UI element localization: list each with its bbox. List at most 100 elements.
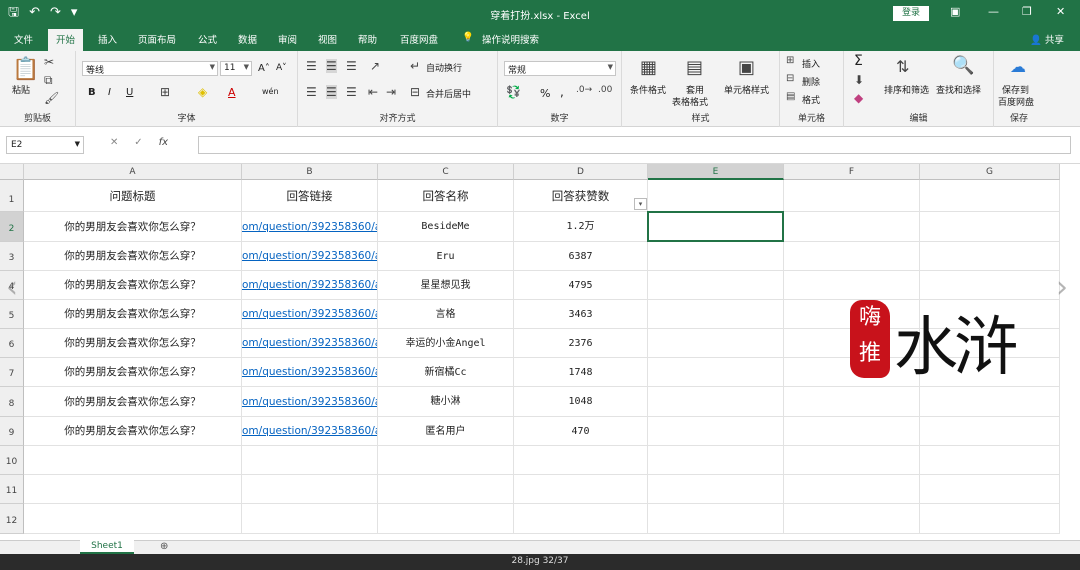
- tab-page-layout[interactable]: 页面布局: [138, 32, 176, 46]
- empty-cell[interactable]: [514, 475, 648, 504]
- increase-decimal-icon[interactable]: .0→: [576, 85, 592, 95]
- tab-insert[interactable]: 插入: [98, 32, 117, 46]
- empty-cell[interactable]: [24, 446, 242, 475]
- empty-cell[interactable]: [648, 271, 784, 300]
- font-color-button[interactable]: A: [228, 86, 236, 99]
- align-left-icon[interactable]: ☰: [306, 85, 317, 99]
- cell-a8[interactable]: 你的男朋友会喜欢你怎么穿？: [24, 387, 242, 417]
- empty-cell[interactable]: [514, 504, 648, 534]
- empty-cell[interactable]: [648, 387, 784, 417]
- share-button[interactable]: 👤 共享: [1030, 32, 1064, 46]
- cell-d3[interactable]: 6387: [514, 242, 648, 271]
- tab-review[interactable]: 审阅: [278, 32, 297, 46]
- cell-d9[interactable]: 470: [514, 417, 648, 446]
- cell-c4[interactable]: 星星想见我: [378, 271, 514, 300]
- row-header-1[interactable]: 1: [0, 180, 24, 212]
- cell-c2[interactable]: BesideMe: [378, 212, 514, 242]
- empty-cell[interactable]: [648, 446, 784, 475]
- decrease-decimal-icon[interactable]: .00: [598, 85, 612, 95]
- cell-a9[interactable]: 你的男朋友会喜欢你怎么穿？: [24, 417, 242, 446]
- cell-c5[interactable]: 言格: [378, 300, 514, 329]
- fill-color-icon[interactable]: ◈: [198, 85, 207, 99]
- cell-c9[interactable]: 匿名用户: [378, 417, 514, 446]
- save-baidu-label-2[interactable]: 百度网盘: [998, 95, 1034, 108]
- tell-me-search[interactable]: 操作说明搜索: [482, 32, 539, 46]
- empty-cell[interactable]: [242, 504, 378, 534]
- italic-button[interactable]: I: [108, 87, 111, 98]
- cell-a7[interactable]: 你的男朋友会喜欢你怎么穿？: [24, 358, 242, 387]
- enter-icon[interactable]: ✓: [134, 137, 142, 148]
- number-format-dropdown[interactable]: 常规 ▼: [504, 61, 616, 76]
- empty-cell[interactable]: [514, 446, 648, 475]
- cell-b2[interactable]: om/question/392358360/a: [242, 212, 378, 242]
- fill-icon[interactable]: ⬇: [854, 73, 864, 87]
- minimize-icon[interactable]: —: [988, 5, 999, 18]
- empty-cell[interactable]: [378, 446, 514, 475]
- empty-cell[interactable]: [648, 504, 784, 534]
- empty-cell[interactable]: [920, 242, 1060, 271]
- empty-cell[interactable]: [378, 504, 514, 534]
- cell-d5[interactable]: 3463: [514, 300, 648, 329]
- format-cells-button[interactable]: 格式: [802, 93, 820, 106]
- font-size-dropdown[interactable]: 11 ▼: [220, 61, 252, 76]
- prev-image-icon[interactable]: ‹: [6, 270, 18, 305]
- orientation-icon[interactable]: ↗: [370, 59, 380, 73]
- format-table-label-2[interactable]: 表格格式: [672, 95, 708, 108]
- column-header-c[interactable]: C: [378, 164, 514, 180]
- empty-cell[interactable]: [648, 358, 784, 387]
- empty-cell[interactable]: [920, 417, 1060, 446]
- empty-cell[interactable]: [920, 212, 1060, 242]
- header-cell-a[interactable]: 问题标题: [24, 180, 242, 212]
- format-painter-icon[interactable]: 🖌: [44, 91, 59, 105]
- cell-b5[interactable]: om/question/392358360/a: [242, 300, 378, 329]
- border-icon[interactable]: ⊞: [160, 85, 170, 99]
- clear-icon[interactable]: ◆: [854, 91, 863, 105]
- empty-cell[interactable]: [24, 504, 242, 534]
- next-image-icon[interactable]: ›: [1056, 270, 1068, 305]
- cell-styles-button[interactable]: 单元格样式: [724, 83, 769, 96]
- row-header-2[interactable]: 2: [0, 212, 24, 242]
- row-header-7[interactable]: 7: [0, 358, 24, 387]
- empty-cell[interactable]: [784, 242, 920, 271]
- tab-file[interactable]: 文件: [14, 32, 33, 46]
- paste-icon[interactable]: 📋: [12, 57, 39, 82]
- row-header-12[interactable]: 12: [0, 504, 24, 534]
- empty-cell[interactable]: [648, 180, 784, 212]
- currency-icon[interactable]: 💱: [506, 85, 521, 99]
- cancel-icon[interactable]: ✕: [110, 137, 118, 148]
- tab-home[interactable]: 开始: [48, 29, 84, 51]
- cell-a6[interactable]: 你的男朋友会喜欢你怎么穿？: [24, 329, 242, 358]
- percent-button[interactable]: %: [540, 87, 550, 100]
- increase-indent-icon[interactable]: ⇥: [386, 85, 396, 99]
- cell-b8[interactable]: om/question/392358360/a: [242, 387, 378, 417]
- copy-icon[interactable]: ⧉: [44, 73, 53, 88]
- delete-cells-button[interactable]: 删除: [802, 75, 820, 88]
- cell-b4[interactable]: om/question/392358360/a: [242, 271, 378, 300]
- cell-c7[interactable]: 新宿橘Cc: [378, 358, 514, 387]
- align-middle-icon[interactable]: ☰: [326, 59, 337, 73]
- merge-center-button[interactable]: 合并后居中: [426, 87, 471, 100]
- empty-cell[interactable]: [920, 475, 1060, 504]
- row-header-6[interactable]: 6: [0, 329, 24, 358]
- close-icon[interactable]: ✕: [1056, 5, 1065, 18]
- insert-function-button[interactable]: fx: [159, 137, 168, 148]
- empty-cell[interactable]: [920, 387, 1060, 417]
- align-top-icon[interactable]: ☰: [306, 59, 317, 73]
- empty-cell[interactable]: [920, 504, 1060, 534]
- cell-b6[interactable]: om/question/392358360/a: [242, 329, 378, 358]
- empty-cell[interactable]: [784, 417, 920, 446]
- tab-formulas[interactable]: 公式: [198, 32, 217, 46]
- filter-dropdown-icon[interactable]: ▾: [634, 198, 647, 210]
- empty-cell[interactable]: [784, 387, 920, 417]
- name-box[interactable]: E2 ▼: [6, 136, 84, 154]
- paste-button[interactable]: 粘贴: [12, 83, 30, 96]
- conditional-format-button[interactable]: 条件格式: [630, 83, 666, 96]
- sheet-tab[interactable]: Sheet1: [80, 540, 134, 554]
- empty-cell[interactable]: [784, 475, 920, 504]
- row-header-10[interactable]: 10: [0, 446, 24, 475]
- cell-a3[interactable]: 你的男朋友会喜欢你怎么穿？: [24, 242, 242, 271]
- cell-a5[interactable]: 你的男朋友会喜欢你怎么穿？: [24, 300, 242, 329]
- row-header-8[interactable]: 8: [0, 387, 24, 417]
- underline-button[interactable]: U: [126, 87, 133, 98]
- cell-d2[interactable]: 1.2万: [514, 212, 648, 242]
